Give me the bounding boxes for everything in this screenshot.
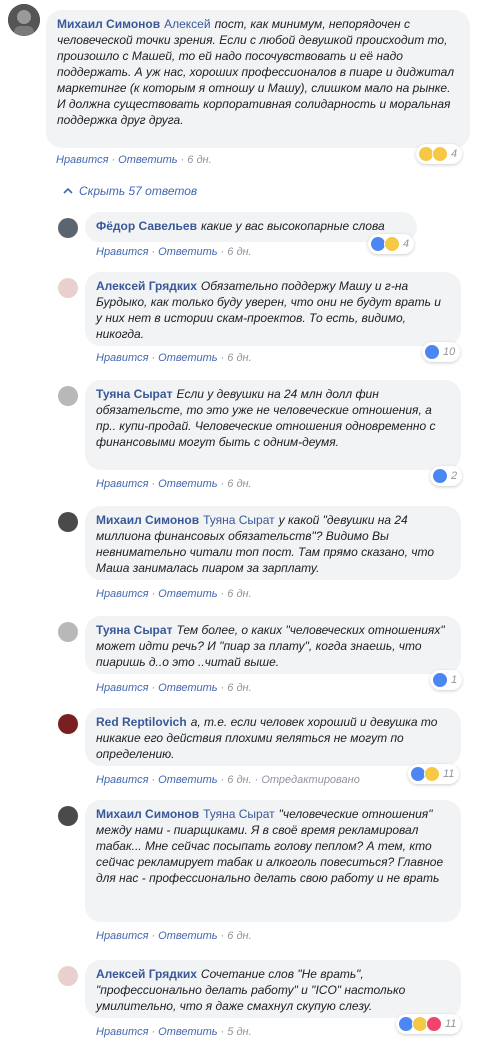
comment-mention[interactable]: Туяна Сырат xyxy=(203,807,275,821)
comment-meta: Нравится · Ответить · 6 дн. xyxy=(96,478,252,490)
comment-text: какие у вас высокопарные слова xyxy=(200,219,385,233)
timestamp[interactable]: 5 дн. xyxy=(227,1026,251,1038)
comment-author[interactable]: Михаил Симонов xyxy=(96,513,199,527)
like-link[interactable]: Нравится xyxy=(56,154,108,166)
timestamp[interactable]: 6 дн. xyxy=(227,930,251,942)
reply-link[interactable]: Ответить xyxy=(158,682,217,694)
reactions-badge[interactable]: 11 xyxy=(408,764,460,784)
comment-bubble: Михаил Симонов Туяна Сырат "человеческие о… xyxy=(85,800,461,922)
like-icon xyxy=(424,344,440,360)
reply-link[interactable]: Ответить xyxy=(158,1026,217,1038)
comment-bubble: Red Reptilovich а, т.е. если человек хоро… xyxy=(85,708,461,766)
comment-bubble: Алексей Грядких Обязательно поддержу Машу… xyxy=(85,272,461,346)
reply-link[interactable]: Ответить xyxy=(158,930,217,942)
reactions-badge[interactable]: 10 xyxy=(422,342,461,362)
avatar[interactable] xyxy=(58,386,78,406)
like-link[interactable]: Нравится xyxy=(96,774,148,786)
haha-icon xyxy=(384,236,400,252)
reactions-badge[interactable]: 4 xyxy=(416,144,463,164)
reply-link[interactable]: Ответить xyxy=(158,246,217,258)
comment-bubble: Михаил Симонов Туяна Сырат у какой "девушк… xyxy=(85,506,461,580)
reactions-badge[interactable]: 2 xyxy=(430,466,463,486)
like-link[interactable]: Нравится xyxy=(96,1026,148,1038)
comment-meta: Нравится · Ответить · 6 дн. xyxy=(96,682,252,694)
comment-bubble: Фёдор Савельев какие у вас высокопарные с… xyxy=(85,212,417,242)
timestamp[interactable]: 6 дн. xyxy=(227,774,251,786)
avatar[interactable] xyxy=(58,806,78,826)
comment-author[interactable]: Red Reptilovich xyxy=(96,715,187,729)
comment-author[interactable]: Алексей Грядких xyxy=(96,279,197,293)
timestamp[interactable]: 6 дн. xyxy=(187,154,211,166)
reply-link[interactable]: Ответить xyxy=(158,774,217,786)
like-icon xyxy=(432,468,448,484)
comment-mention[interactable]: Алексей xyxy=(164,17,210,31)
reactions-badge[interactable]: 1 xyxy=(430,670,463,690)
comment-meta: Нравится · Ответить · 6 дн. xyxy=(96,588,252,600)
hide-replies-toggle[interactable]: Скрыть 57 ответов xyxy=(63,184,197,198)
like-link[interactable]: Нравится xyxy=(96,478,148,490)
timestamp[interactable]: 6 дн. xyxy=(227,246,251,258)
comment-mention[interactable]: Туяна Сырат xyxy=(203,513,275,527)
reply-link[interactable]: Ответить xyxy=(118,154,177,166)
reactions-badge[interactable]: 4 xyxy=(368,234,415,254)
reply-link[interactable]: Ответить xyxy=(158,588,217,600)
comment-meta: Нравится · Ответить · 6 дн. xyxy=(96,930,252,942)
timestamp[interactable]: 6 дн. xyxy=(227,478,251,490)
like-link[interactable]: Нравится xyxy=(96,682,148,694)
love-icon xyxy=(426,1016,442,1032)
chevron-up-icon xyxy=(63,184,73,198)
like-link[interactable]: Нравится xyxy=(96,588,148,600)
comment-bubble: Алексей Грядких Сочетание слов "Не врать"… xyxy=(85,960,461,1018)
comment-author[interactable]: Алексей Грядких xyxy=(96,967,197,981)
comment-author[interactable]: Михаил Симонов xyxy=(57,17,160,31)
comment-bubble: Туяна Сырат Тем более, о каких "человечес… xyxy=(85,616,461,674)
comment-meta: Нравится · Ответить · 6 дн. xyxy=(96,246,252,258)
comment-text: пост, как минимум, непорядочен с человеч… xyxy=(57,17,454,127)
timestamp[interactable]: 6 дн. xyxy=(227,352,251,364)
comment-bubble: Туяна Сырат Если у девушки на 24 млн долл… xyxy=(85,380,461,470)
wow-icon xyxy=(432,146,448,162)
reactions-badge[interactable]: 11 xyxy=(396,1014,462,1034)
comment-author[interactable]: Туяна Сырат xyxy=(96,623,172,637)
like-link[interactable]: Нравится xyxy=(96,352,148,364)
avatar[interactable] xyxy=(58,512,78,532)
avatar[interactable] xyxy=(58,714,78,734)
like-link[interactable]: Нравится xyxy=(96,930,148,942)
comment-bubble: Михаил Симонов Алексей пост, как минимум, … xyxy=(46,10,470,148)
haha-icon xyxy=(424,766,440,782)
reply-link[interactable]: Ответить xyxy=(158,352,217,364)
avatar[interactable] xyxy=(58,966,78,986)
comment-meta: Нравится · Ответить · 6 дн. xyxy=(56,154,212,166)
like-icon xyxy=(432,672,448,688)
comment-meta: Нравится · Ответить · 6 дн. xyxy=(96,352,252,364)
comment-meta: Нравится · Ответить · 6 дн. · Отредактировано xyxy=(96,774,360,786)
avatar[interactable] xyxy=(58,622,78,642)
avatar[interactable] xyxy=(8,4,40,36)
like-link[interactable]: Нравится xyxy=(96,246,148,258)
edited-label[interactable]: Отредактировано xyxy=(261,774,360,786)
avatar[interactable] xyxy=(58,278,78,298)
timestamp[interactable]: 6 дн. xyxy=(227,682,251,694)
comment-author[interactable]: Фёдор Савельев xyxy=(96,219,197,233)
comment-author[interactable]: Туяна Сырат xyxy=(96,387,172,401)
comment-author[interactable]: Михаил Симонов xyxy=(96,807,199,821)
reply-link[interactable]: Ответить xyxy=(158,478,217,490)
timestamp[interactable]: 6 дн. xyxy=(227,588,251,600)
avatar[interactable] xyxy=(58,218,78,238)
comment-meta: Нравится · Ответить · 5 дн. xyxy=(96,1026,252,1038)
